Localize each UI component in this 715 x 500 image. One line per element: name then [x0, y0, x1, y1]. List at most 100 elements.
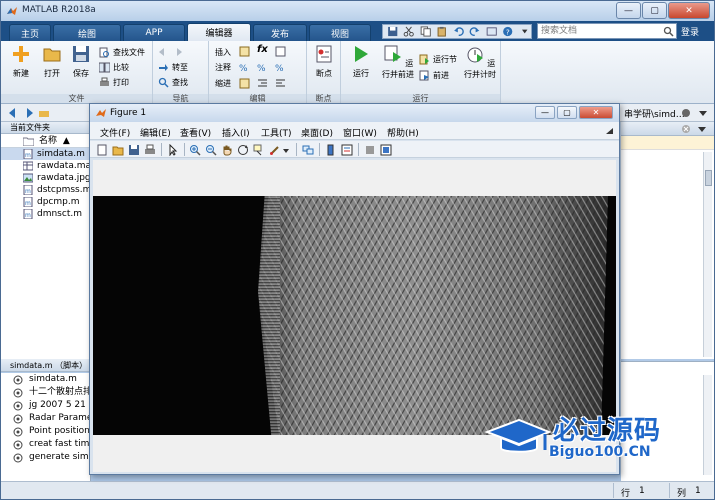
menu-edit[interactable]: 编辑(E): [140, 126, 171, 139]
forward-arrow-icon[interactable]: [23, 108, 33, 118]
indent-button[interactable]: 缩进: [215, 77, 231, 89]
list-item[interactable]: creat fast time: [1, 438, 90, 451]
tab-plots[interactable]: 绘图: [53, 24, 121, 41]
show-plot-tools-icon[interactable]: [380, 144, 392, 156]
insert-section-icon[interactable]: [239, 46, 250, 57]
menu-window[interactable]: 窗口(W): [343, 126, 377, 139]
brush-icon[interactable]: [269, 144, 281, 156]
list-item[interactable]: 十二个散射点排: [1, 386, 90, 399]
undo-icon[interactable]: [452, 26, 465, 37]
copy-icon[interactable]: [419, 26, 432, 37]
compare-button[interactable]: 比较: [99, 61, 129, 73]
goto-button[interactable]: 转至: [158, 61, 188, 73]
editor-scrollbar[interactable]: [703, 152, 712, 357]
open-file-icon[interactable]: [112, 144, 124, 156]
insert-button[interactable]: 插入: [215, 46, 231, 58]
editor-current-line[interactable]: [621, 136, 714, 150]
file-row[interactable]: m dstcpmss.m: [1, 184, 90, 196]
figure-maximize-button[interactable]: ▢: [557, 106, 577, 119]
percent-comment-icon[interactable]: %: [239, 62, 250, 73]
chevron-down-icon[interactable]: [698, 108, 708, 118]
figure-title-bar[interactable]: Figure 1 — ▢ ✕: [90, 104, 619, 122]
data-cursor-icon[interactable]: [253, 144, 265, 156]
list-item[interactable]: Radar Parame: [1, 412, 90, 425]
pointer-icon[interactable]: [167, 144, 179, 156]
zoom-in-icon[interactable]: [189, 144, 201, 156]
rotate-3d-icon[interactable]: [237, 144, 249, 156]
maximize-button[interactable]: ▢: [642, 2, 667, 19]
figure-close-button[interactable]: ✕: [579, 106, 613, 119]
cell-icon[interactable]: [275, 46, 286, 57]
folder-up-icon[interactable]: [39, 108, 49, 118]
settings-menu-icon[interactable]: [681, 108, 691, 118]
close-button[interactable]: ✕: [668, 2, 710, 19]
help-icon[interactable]: ?: [501, 26, 514, 37]
pan-hand-icon[interactable]: [221, 144, 233, 156]
comment-button[interactable]: 注释: [215, 61, 231, 73]
wrap-comments-icon[interactable]: %: [275, 62, 286, 73]
save-button[interactable]: 保存: [67, 44, 95, 79]
smart-indent-icon[interactable]: [239, 78, 250, 89]
command-scrollbar[interactable]: [703, 375, 712, 475]
editor-menu-icon[interactable]: [697, 124, 707, 134]
run-advance-button[interactable]: 运行并前进: [381, 44, 415, 80]
scroll-thumb[interactable]: [705, 170, 712, 186]
tab-publish[interactable]: 发布: [253, 24, 307, 41]
save-icon[interactable]: [386, 26, 399, 37]
decrease-indent-icon[interactable]: [275, 78, 286, 89]
list-item[interactable]: generate simu: [1, 451, 90, 464]
image-axes[interactable]: [93, 196, 616, 435]
new-figure-icon[interactable]: [96, 144, 108, 156]
file-row[interactable]: m dmnsct.m: [1, 208, 90, 220]
tab-home[interactable]: 主页: [9, 24, 51, 41]
insert-function-icon[interactable]: fx: [257, 44, 268, 55]
hide-plot-tools-icon[interactable]: [364, 144, 376, 156]
colorbar-icon[interactable]: [325, 144, 337, 156]
menu-view[interactable]: 查看(V): [180, 126, 211, 139]
switch-windows-icon[interactable]: [485, 26, 498, 37]
current-path[interactable]: 串学研\simd…: [624, 107, 685, 120]
redo-icon[interactable]: [468, 26, 481, 37]
menu-tools[interactable]: 工具(T): [261, 126, 292, 139]
zoom-out-icon[interactable]: [205, 144, 217, 156]
print-figure-icon[interactable]: [144, 144, 156, 156]
tab-apps[interactable]: APP: [123, 24, 185, 41]
advance-button[interactable]: 前进: [419, 69, 449, 81]
menu-file[interactable]: 文件(F): [100, 126, 130, 139]
minimize-button[interactable]: —: [616, 2, 641, 19]
find-files-button[interactable]: 查找文件: [99, 46, 145, 58]
save-figure-icon[interactable]: [128, 144, 140, 156]
chevron-down-icon[interactable]: [518, 26, 531, 37]
list-item[interactable]: jg 2007 5 21: [1, 399, 90, 412]
file-row[interactable]: rawdata.jpg: [1, 172, 90, 184]
increase-indent-icon[interactable]: [257, 78, 268, 89]
tab-editor[interactable]: 编辑器: [187, 23, 251, 41]
run-button[interactable]: 运行: [347, 44, 375, 79]
back-arrow-icon[interactable]: [9, 108, 19, 118]
new-button[interactable]: 新建: [7, 44, 35, 79]
file-row[interactable]: rawdata.mat: [1, 160, 90, 172]
search-documentation-input[interactable]: 搜索文档: [537, 23, 677, 39]
file-row[interactable]: m simdata.m: [1, 148, 90, 160]
cut-icon[interactable]: [402, 26, 415, 37]
column-header-name[interactable]: 名称 ▲: [1, 134, 90, 148]
list-item[interactable]: Point position: [1, 425, 90, 438]
uncomment-icon[interactable]: %: [257, 62, 268, 73]
chevron-down-icon[interactable]: [282, 144, 290, 156]
print-button[interactable]: 打印: [99, 76, 129, 88]
figure-minimize-button[interactable]: —: [535, 106, 555, 119]
paste-icon[interactable]: [435, 26, 448, 37]
breakpoint-button[interactable]: 断点: [310, 44, 338, 79]
open-button[interactable]: 打开: [38, 44, 66, 79]
file-row[interactable]: m dpcmp.m: [1, 196, 90, 208]
tab-view[interactable]: 视图: [309, 24, 371, 41]
menu-insert[interactable]: 插入(I): [222, 126, 250, 139]
run-section-button[interactable]: 运行节: [419, 53, 457, 65]
legend-icon[interactable]: [341, 144, 353, 156]
link-plot-icon[interactable]: [302, 144, 314, 156]
menu-desktop[interactable]: 桌面(D): [301, 126, 333, 139]
dock-arrow-icon[interactable]: [606, 128, 613, 134]
run-time-button[interactable]: 运行并计时: [463, 44, 497, 80]
list-item[interactable]: simdata.m: [1, 373, 90, 386]
login-link[interactable]: 登录: [681, 25, 699, 38]
